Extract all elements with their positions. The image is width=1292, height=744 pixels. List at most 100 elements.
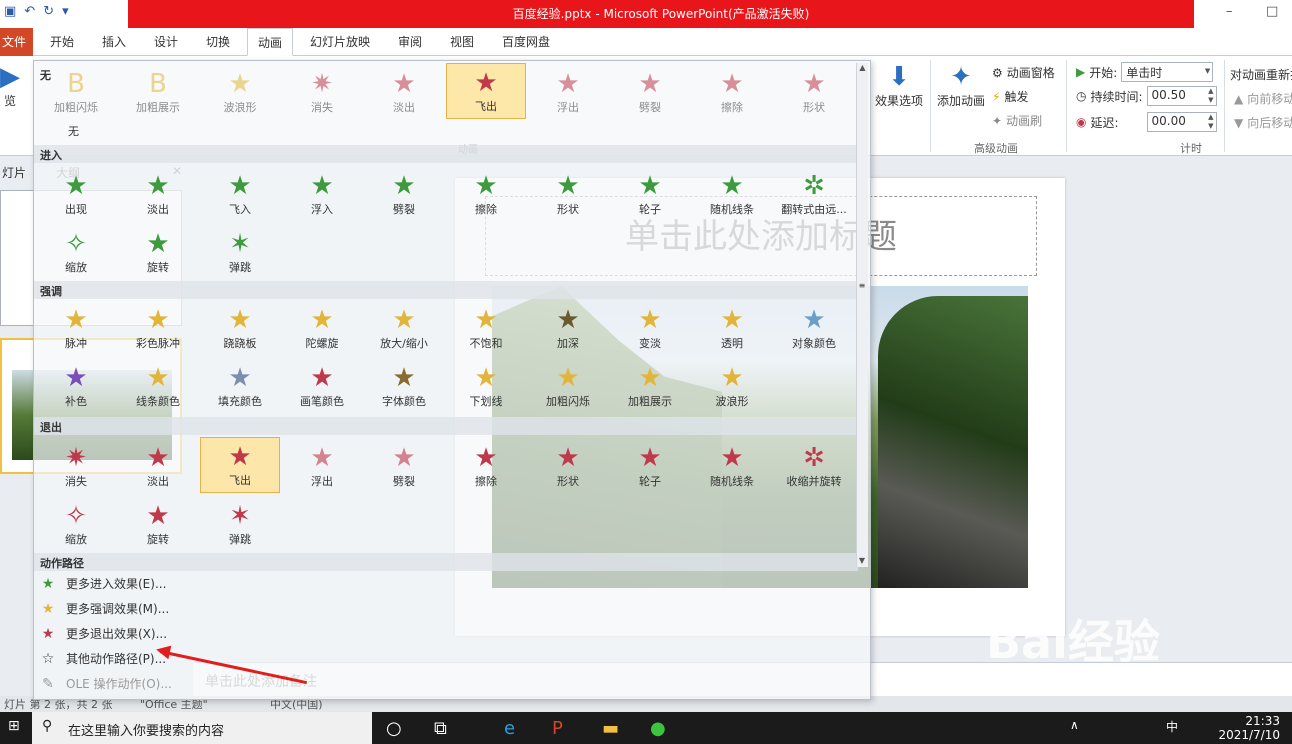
start-dropdown[interactable]: 单击时 ▼ xyxy=(1121,62,1214,82)
tab-file[interactable]: 文件 xyxy=(0,28,33,56)
undo-icon[interactable]: ↶ xyxy=(24,4,35,19)
minimize-button[interactable]: – xyxy=(1226,4,1233,19)
file-explorer-icon[interactable]: ▬ xyxy=(602,718,619,739)
scroll-down-icon[interactable]: ▼ xyxy=(857,556,867,565)
anim-bold-reveal[interactable]: ★ 加粗展示 xyxy=(610,359,690,415)
anim-top-wipe[interactable]: ★ 擦除 xyxy=(692,65,772,121)
animation-painter-button[interactable]: ✦ 动画刷 xyxy=(992,112,1042,129)
anim-float-out[interactable]: ★ 浮出 xyxy=(282,439,362,495)
redo-icon[interactable]: ↻ xyxy=(43,4,54,19)
anim-brush-color[interactable]: ★ 画笔颜色 xyxy=(282,359,362,415)
more-motion-paths[interactable]: ☆ 其他动作路径(P)... xyxy=(38,650,166,667)
tab-design[interactable]: 设计 xyxy=(154,33,178,50)
anim-top-fade[interactable]: ★ 淡出 xyxy=(364,65,444,121)
taskbar-search[interactable]: ⚲ 在这里输入你要搜索的内容 xyxy=(32,712,372,744)
anim-split-out[interactable]: ★ 劈裂 xyxy=(364,439,444,495)
tab-transitions[interactable]: 切换 xyxy=(206,33,230,50)
tab-home[interactable]: 开始 xyxy=(50,33,74,50)
trigger-button[interactable]: ⚡ 触发 xyxy=(992,88,1028,105)
anim-top-fly-out[interactable]: ★ 飞出 xyxy=(446,63,526,119)
anim-random-bars-in[interactable]: ★ 随机线条 xyxy=(692,167,772,223)
anim-pulse[interactable]: ★ 脉冲 xyxy=(36,301,116,357)
anim-spin[interactable]: ★ 陀螺旋 xyxy=(282,301,362,357)
anim-darken[interactable]: ★ 加深 xyxy=(528,301,608,357)
anim-top-bold-reveal[interactable]: B 加粗展示 xyxy=(118,65,198,121)
duration-spinner[interactable]: 00.50 ▲ ▼ xyxy=(1146,86,1217,106)
tab-slides[interactable]: 灯片 xyxy=(2,164,26,181)
anim-none[interactable]: 无 xyxy=(68,123,79,139)
anim-fill-color[interactable]: ★ 填充颜色 xyxy=(200,359,280,415)
anim-desaturate[interactable]: ★ 不饱和 xyxy=(446,301,526,357)
anim-line-color[interactable]: ★ 线条颜色 xyxy=(118,359,198,415)
more-emphasis-effects[interactable]: ★ 更多强调效果(M)... xyxy=(38,600,169,617)
anim-zoom-out[interactable]: ✧ 缩放 xyxy=(36,497,116,553)
anim-disappear[interactable]: ✷ 消失 xyxy=(36,439,116,495)
anim-lighten[interactable]: ★ 变淡 xyxy=(610,301,690,357)
anim-fade-out[interactable]: ★ 淡出 xyxy=(118,439,198,495)
anim-underline[interactable]: ★ 下划线 xyxy=(446,359,526,415)
anim-bold-flash[interactable]: ★ 加粗闪烁 xyxy=(528,359,608,415)
tab-review[interactable]: 审阅 xyxy=(398,33,422,50)
anim-wheel-in[interactable]: ★ 轮子 xyxy=(610,167,690,223)
more-entrance-effects[interactable]: ★ 更多进入效果(E)... xyxy=(38,575,167,592)
anim-float-in[interactable]: ★ 浮入 xyxy=(282,167,362,223)
tab-slideshow[interactable]: 幻灯片放映 xyxy=(310,33,370,50)
clock[interactable]: 21:33 2021/7/10 xyxy=(1218,714,1280,742)
ime-indicator[interactable]: 中 xyxy=(1166,718,1178,735)
anim-bounce-in[interactable]: ✶ 弹跳 xyxy=(200,225,280,281)
tab-insert[interactable]: 插入 xyxy=(102,33,126,50)
save-icon[interactable]: ▣ xyxy=(4,4,16,19)
anim-color-pulse[interactable]: ★ 彩色脉冲 xyxy=(118,301,198,357)
add-animation-button[interactable]: ✦ 添加动画 xyxy=(934,62,988,109)
tab-baidu-netdisk[interactable]: 百度网盘 xyxy=(502,33,550,50)
anim-top-float-out[interactable]: ★ 浮出 xyxy=(528,65,608,121)
anim-top-split[interactable]: ★ 劈裂 xyxy=(610,65,690,121)
anim-font-color[interactable]: ★ 字体颜色 xyxy=(364,359,444,415)
anim-wave[interactable]: ★ 波浪形 xyxy=(692,359,772,415)
effect-options-button[interactable]: ⬇ 效果选项 xyxy=(874,62,924,109)
anim-shrink-turn-out[interactable]: ✲ 收缩并旋转 xyxy=(774,439,854,495)
anim-shape-in[interactable]: ★ 形状 xyxy=(528,167,608,223)
anim-spin-in[interactable]: ★ 旋转 xyxy=(118,225,198,281)
anim-fly-out[interactable]: ★ 飞出 xyxy=(200,437,280,493)
anim-grow-turn-in[interactable]: ✲ 翻转式由远... xyxy=(774,167,854,223)
anim-grow-shrink[interactable]: ★ 放大/缩小 xyxy=(364,301,444,357)
anim-complementary-color[interactable]: ★ 补色 xyxy=(36,359,116,415)
delay-spinner[interactable]: 00.00 ▲ ▼ xyxy=(1146,112,1217,132)
anim-transparency[interactable]: ★ 透明 xyxy=(692,301,772,357)
anim-top-bold-flash[interactable]: B 加粗闪烁 xyxy=(36,65,116,121)
anim-wheel-out[interactable]: ★ 轮子 xyxy=(610,439,690,495)
anim-fade-in[interactable]: ★ 淡出 xyxy=(118,167,198,223)
anim-top-wave[interactable]: ★ 波浪形 xyxy=(200,65,280,121)
more-exit-effects[interactable]: ★ 更多退出效果(X)... xyxy=(38,625,167,642)
anim-split-in[interactable]: ★ 劈裂 xyxy=(364,167,444,223)
anim-top-shape[interactable]: ★ 形状 xyxy=(774,65,854,121)
tab-view[interactable]: 视图 xyxy=(450,33,474,50)
scroll-up-icon[interactable]: ▲ xyxy=(857,63,868,72)
scroll-grip-icon[interactable]: ≡ xyxy=(857,281,867,290)
anim-fly-in[interactable]: ★ 飞入 xyxy=(200,167,280,223)
anim-teeter[interactable]: ★ 跷跷板 xyxy=(200,301,280,357)
anim-wipe-out[interactable]: ★ 擦除 xyxy=(446,439,526,495)
task-view-icon[interactable]: ⧉ xyxy=(434,718,447,739)
powerpoint-icon[interactable]: P xyxy=(552,718,563,739)
anim-object-color[interactable]: ★ 对象颜色 xyxy=(774,301,854,357)
anim-bounce-out[interactable]: ✶ 弹跳 xyxy=(200,497,280,553)
edge-icon[interactable]: e xyxy=(504,718,515,739)
anim-shape-out[interactable]: ★ 形状 xyxy=(528,439,608,495)
customize-qat-icon[interactable]: ▾ xyxy=(62,4,69,19)
preview-button[interactable]: ▶ 览 xyxy=(0,62,20,109)
chevron-up-icon[interactable]: ∧ xyxy=(1070,718,1079,732)
move-earlier-button[interactable]: ▲ 向前移动 xyxy=(1234,90,1292,107)
ole-action-verbs[interactable]: ✎ OLE 操作动作(O)... xyxy=(38,675,172,692)
anim-random-bars-out[interactable]: ★ 随机线条 xyxy=(692,439,772,495)
wechat-icon[interactable]: ● xyxy=(650,718,666,739)
maximize-button[interactable]: □ xyxy=(1266,4,1278,19)
anim-top-disappear[interactable]: ✷ 消失 xyxy=(282,65,362,121)
gallery-scrollbar[interactable]: ▲ ≡ ▼ xyxy=(856,63,868,567)
windows-start-icon[interactable]: ⊞ xyxy=(8,718,20,734)
anim-spin-out[interactable]: ★ 旋转 xyxy=(118,497,198,553)
tab-animations[interactable]: 动画 xyxy=(247,28,294,56)
animation-pane-button[interactable]: ⚙ 动画窗格 xyxy=(992,64,1055,81)
move-later-button[interactable]: ▼ 向后移动 xyxy=(1234,114,1292,131)
